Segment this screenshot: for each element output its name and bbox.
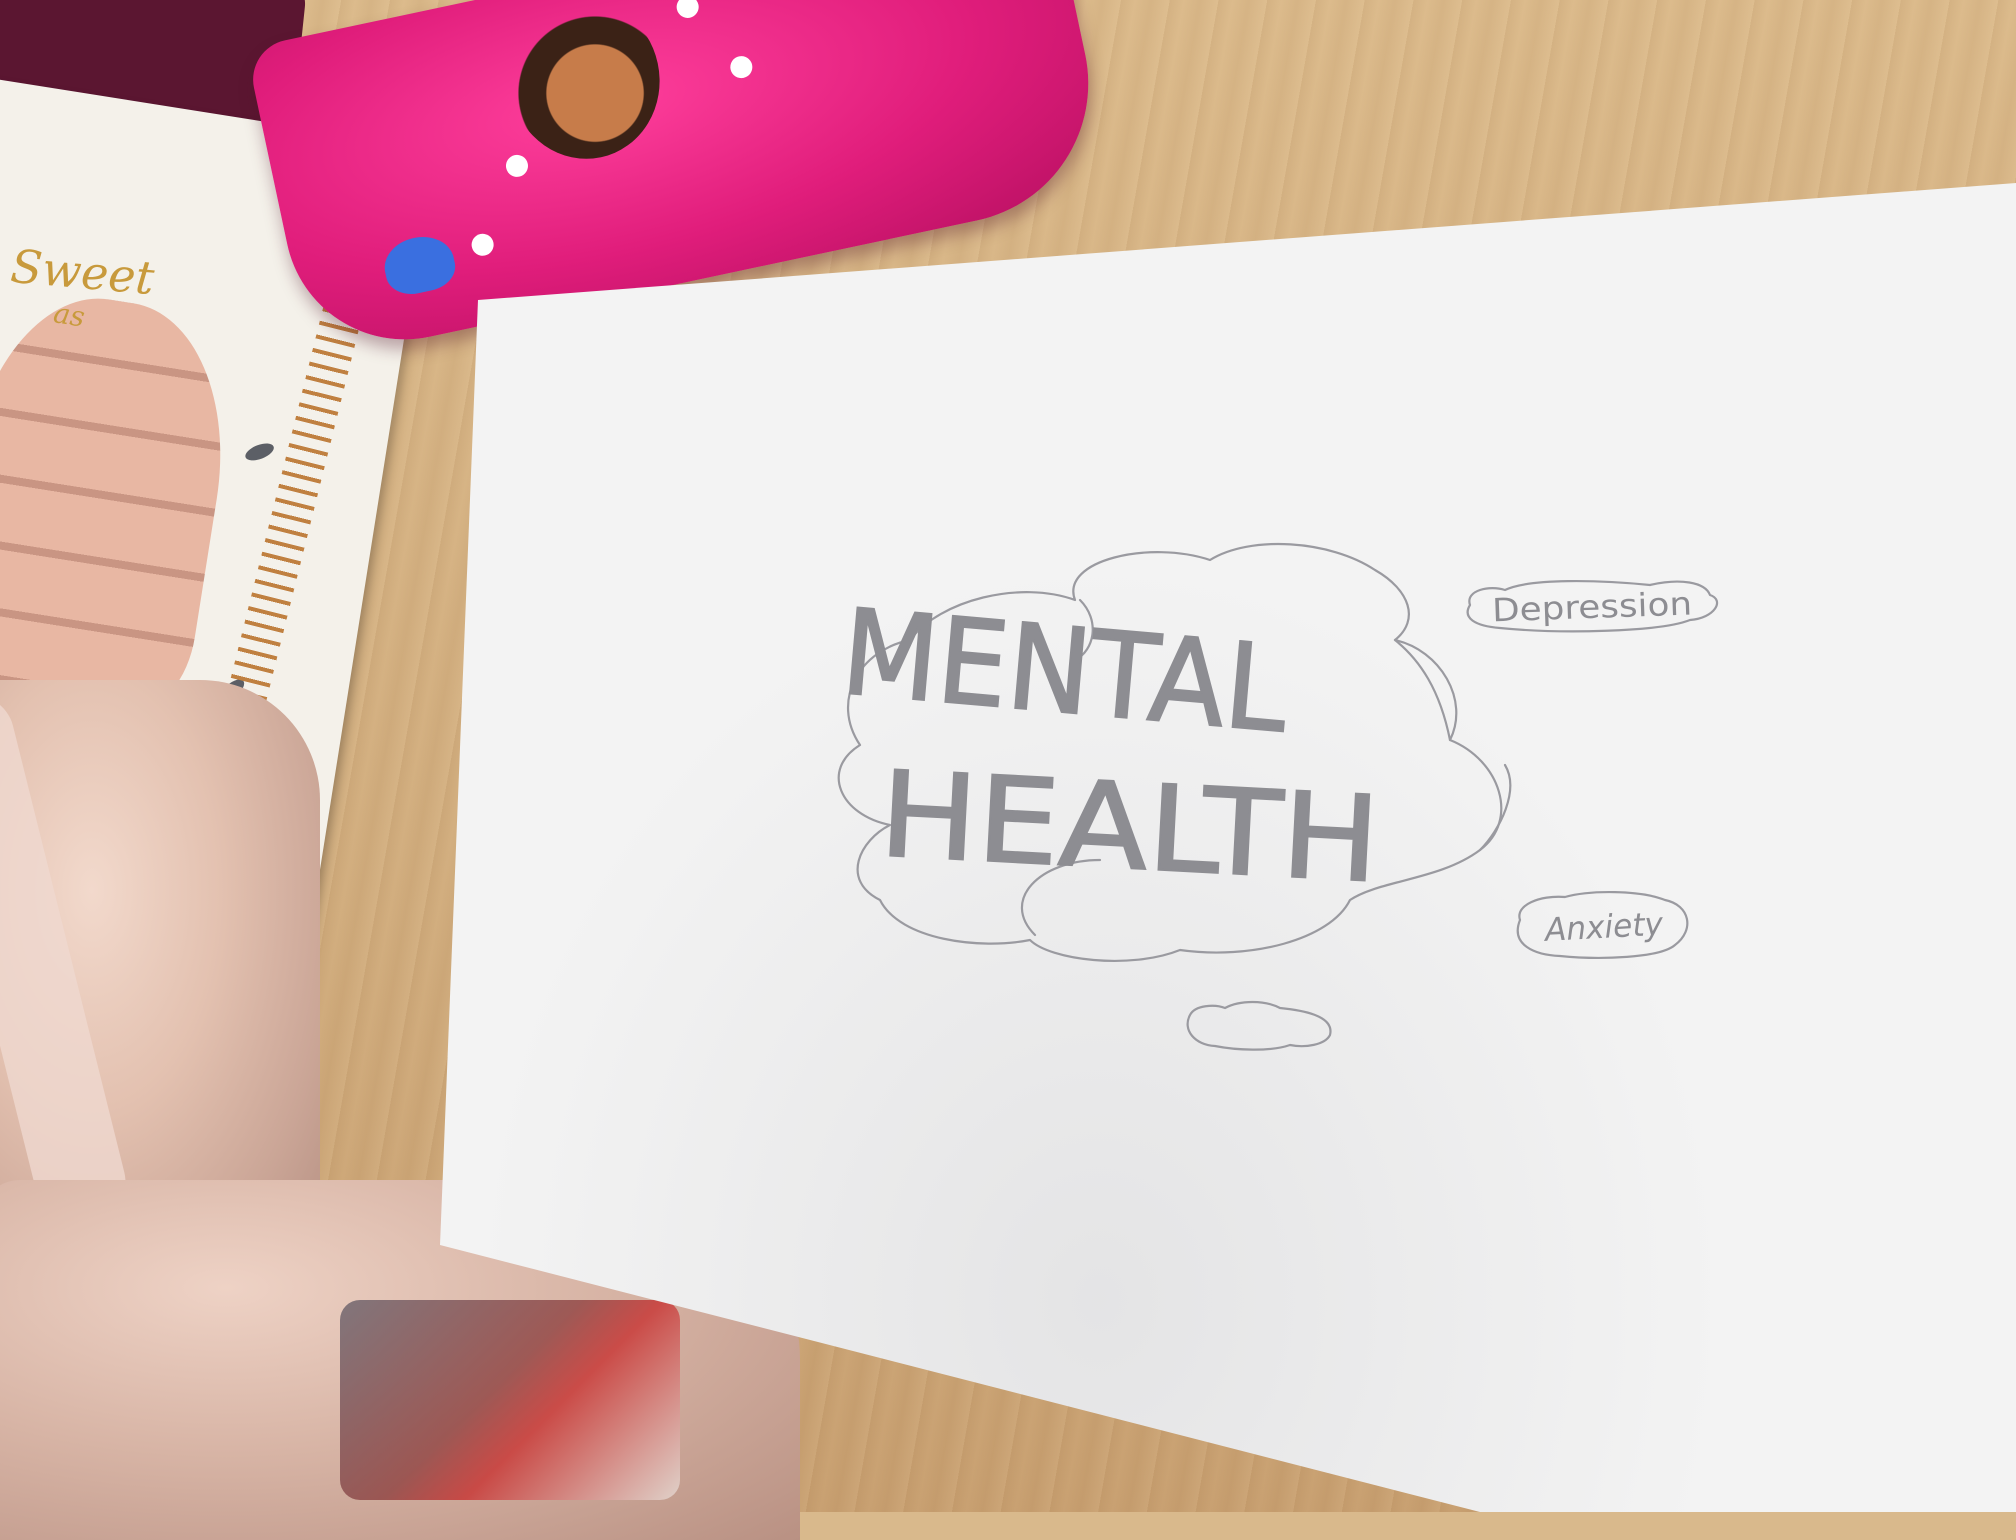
mental-heading-text: MENTAL [837,583,1294,759]
health-heading-text: HEALTH [876,745,1383,909]
empty-bubble-outline [1186,1000,1332,1051]
anxiety-label: Anxiety [1542,905,1665,949]
pencil-mind-map-drawing: MENTAL HEALTH Depression Anxiety [836,542,1718,1051]
depression-label: Depression [1491,584,1692,629]
photo-scene: Sweet as can bee MENTAL HEALTH Depressio… [0,0,2016,1540]
